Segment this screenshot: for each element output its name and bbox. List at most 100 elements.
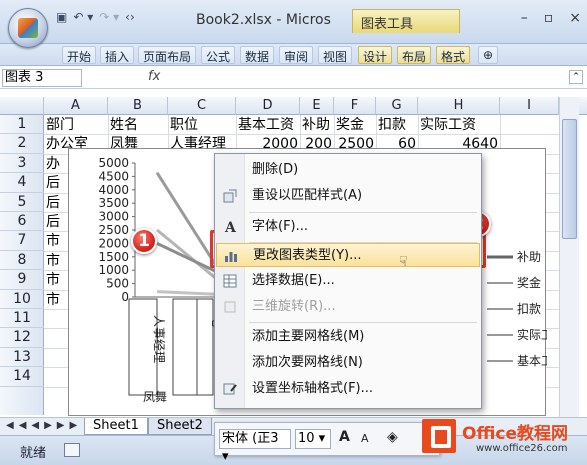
grow-font-icon[interactable]: A (339, 429, 350, 445)
office-logo-icon (422, 419, 456, 453)
callout-1: 1 (131, 228, 157, 254)
cell[interactable]: 市 (44, 232, 68, 251)
tab-data[interactable]: 数据 (240, 46, 275, 64)
cell[interactable]: 部门 (44, 116, 108, 135)
y-tick-label: 2500 (98, 223, 129, 237)
name-box[interactable]: 图表 3 (2, 69, 82, 87)
cell[interactable]: 后 (44, 194, 68, 213)
tab-format[interactable]: 格式 (436, 46, 471, 64)
office-button[interactable] (8, 8, 48, 48)
cell[interactable]: 奖金 (334, 116, 376, 135)
font-name-select[interactable]: 宋体 (正3 ▾ (219, 429, 291, 464)
column-header[interactable]: C (168, 97, 236, 115)
fx-icon[interactable]: fx (148, 69, 160, 84)
close-button[interactable]: × (569, 10, 581, 26)
mini-toolbar: 宋体 (正3 ▾ 10 ▾ A A ◈ (214, 422, 440, 464)
redo-icon[interactable]: ↷ ▾ (99, 10, 119, 24)
row-header[interactable]: 3 (0, 154, 44, 174)
fill-color-icon[interactable]: ◈ (387, 429, 398, 445)
tab-formulas[interactable]: 公式 (201, 46, 236, 64)
select-all-corner[interactable] (0, 97, 44, 115)
font-size-select[interactable]: 10 ▾ (295, 429, 331, 449)
row-header[interactable]: 6 (0, 212, 44, 232)
quick-access-toolbar: ▣ ↶ ▾ ↷ ▾ ‹› (56, 10, 135, 24)
row-header[interactable]: 14 (0, 367, 44, 387)
tab-design[interactable]: 设计 (358, 46, 393, 64)
cell[interactable]: 市 (44, 271, 68, 290)
cell[interactable]: 市 (44, 291, 68, 310)
sheet-nav-icons[interactable]: ◀◀◀▶▶▶ (6, 420, 82, 431)
column-header[interactable]: I (500, 97, 559, 115)
formula-bar: 图表 3 fx ⌃ (0, 67, 587, 89)
save-icon[interactable]: ▣ (56, 10, 67, 24)
series-line (156, 290, 220, 296)
scrollbar-thumb[interactable] (562, 119, 577, 239)
row-header[interactable]: 12 (0, 328, 44, 348)
y-tick-label: 3000 (98, 210, 129, 224)
chart-type-icon (225, 252, 237, 262)
menu-item-add-minor-gridlines[interactable]: 添加次要网格线(N) (216, 351, 480, 375)
minimize-button[interactable]: – (521, 10, 528, 26)
row-header[interactable]: 11 (0, 309, 44, 329)
cell[interactable]: 后 (44, 174, 68, 193)
column-header[interactable]: D (236, 97, 300, 115)
cell[interactable]: 职位 (168, 116, 236, 135)
menu-item-add-major-gridlines[interactable]: 添加主要网格线(M) (216, 325, 480, 349)
column-header[interactable]: H (418, 97, 500, 115)
menu-item-delete[interactable]: 删除(D) (216, 158, 480, 182)
row-header[interactable]: 13 (0, 348, 44, 368)
tab-page-layout[interactable]: 页面布局 (138, 46, 197, 64)
sheet-tab[interactable]: Sheet2 (148, 418, 212, 435)
cell[interactable]: 实际工资 (418, 116, 500, 135)
menu-item-font[interactable]: A 字体(F)... (216, 215, 480, 239)
expand-formula-bar-icon[interactable]: ⌃ (569, 70, 583, 84)
cell[interactable]: 办 (44, 155, 68, 174)
column-header[interactable]: F (334, 97, 376, 115)
column-header[interactable]: A (44, 97, 108, 115)
shrink-font-icon[interactable]: A (361, 432, 369, 445)
row-header[interactable]: 7 (0, 231, 44, 251)
maximize-button[interactable]: ▫ (544, 10, 554, 26)
cell[interactable]: 市 (44, 252, 68, 271)
row-header[interactable]: 9 (0, 270, 44, 290)
watermark-brand: Office教程网 (462, 424, 569, 444)
y-tick-label: 2000 (98, 236, 129, 250)
cell[interactable]: 补助 (300, 116, 334, 135)
menu-item-change-chart-type[interactable]: 更改图表类型(Y)... ☟ (216, 243, 480, 270)
y-tick-label: 4500 (98, 169, 129, 183)
menu-item-format-axis[interactable]: 设置坐标轴格式(F)... (216, 377, 480, 401)
macro-record-icon[interactable] (64, 443, 80, 457)
cell[interactable]: 基本工资 (236, 116, 300, 135)
row-header[interactable]: 10 (0, 290, 44, 309)
tab-layout[interactable]: 布局 (397, 46, 432, 64)
row-header[interactable]: 4 (0, 173, 44, 193)
cell[interactable]: 姓名 (108, 116, 168, 135)
column-header[interactable]: B (108, 97, 168, 115)
help-icon[interactable]: ⊕ (478, 46, 499, 64)
menu-item-select-data[interactable]: 选择数据(E)... (216, 269, 480, 293)
row-header[interactable]: 8 (0, 251, 44, 271)
cell[interactable]: 扣款 (376, 116, 418, 135)
window-title: Book2.xlsx - Micros (196, 12, 331, 28)
undo-icon[interactable]: ↶ ▾ (73, 10, 93, 24)
cell[interactable]: 后 (44, 213, 68, 232)
tab-home[interactable]: 开始 (62, 46, 97, 64)
row-header[interactable]: 2 (0, 134, 44, 154)
row-header[interactable]: 1 (0, 115, 44, 135)
menu-item-3d-rotation: 三维旋转(R)... (216, 295, 480, 319)
y-tick-label: 0 (121, 290, 129, 304)
menu-item-reset-style[interactable]: 重设以匹配样式(A) (216, 184, 480, 208)
column-header[interactable]: E (300, 97, 334, 115)
tab-insert[interactable]: 插入 (100, 46, 135, 64)
column-header[interactable]: G (376, 97, 418, 115)
tab-view[interactable]: 视图 (318, 46, 353, 64)
legend-label: 奖金 (517, 275, 541, 290)
tab-review[interactable]: 审阅 (279, 46, 314, 64)
row-header[interactable]: 5 (0, 193, 44, 212)
customize-qat-icon[interactable]: ‹› (125, 10, 135, 24)
x-tick-label: 人事经理 (152, 315, 166, 363)
legend-label: 实际工 (517, 327, 547, 342)
row-headers: 1 2 3 4 5 6 7 8 9 10 11 12 13 14 (0, 115, 44, 415)
sheet-tab[interactable]: Sheet1 (84, 418, 148, 435)
vertical-scrollbar[interactable] (559, 97, 579, 417)
